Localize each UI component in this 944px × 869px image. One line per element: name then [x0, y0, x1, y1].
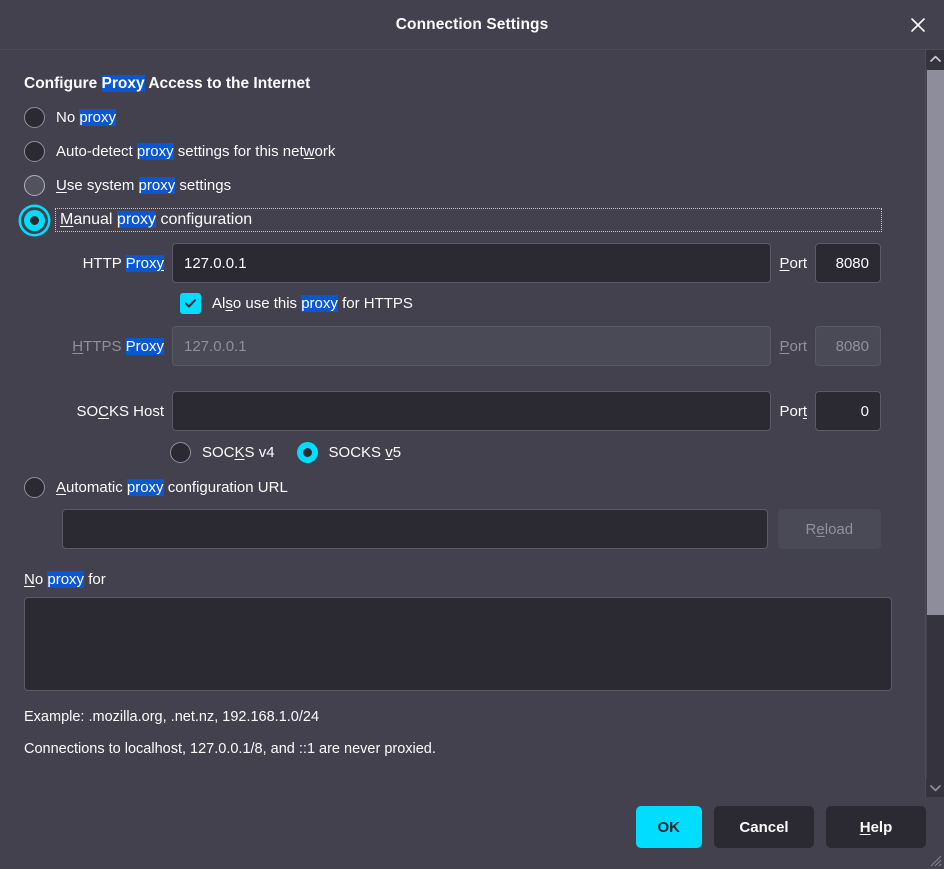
label-highlight: Proxy — [126, 255, 164, 272]
https-proxy-input — [172, 326, 771, 366]
no-proxy-example-text: Example: .mozilla.org, .net.nz, 192.168.… — [24, 709, 881, 725]
socks-host-input[interactable] — [172, 391, 771, 431]
https-proxy-label: HTTPS Proxy — [24, 338, 172, 355]
radio-indicator-socks-v5[interactable] — [297, 442, 318, 463]
manual-proxy-focus-outline: Manual proxy configuration — [56, 209, 881, 231]
http-proxy-row: HTTP Proxy Port — [24, 243, 881, 283]
page-title-post: Access to the Internet — [145, 75, 311, 92]
https-proxy-row: HTTPS Proxy Port — [24, 326, 881, 366]
cancel-button[interactable]: Cancel — [714, 806, 814, 848]
label-pre: Auto-detect — [56, 143, 137, 160]
label-pre: No — [24, 571, 47, 588]
label-highlight: proxy — [79, 109, 116, 126]
scroll-up-arrow-icon[interactable] — [926, 50, 944, 68]
no-proxy-note-text: Connections to localhost, 127.0.0.1/8, a… — [24, 741, 881, 757]
socks-port-label: Port — [771, 403, 815, 420]
label-pre: Use system — [56, 177, 139, 194]
reload-label: Reload — [806, 521, 854, 538]
pac-url-input[interactable] — [62, 509, 768, 549]
radio-socks-v5[interactable]: SOCKS v5 — [297, 442, 402, 463]
help-label: Help — [860, 819, 893, 836]
checkbox-icon-share-https[interactable] — [180, 293, 201, 314]
connection-settings-dialog: Connection Settings Configure Proxy Acce… — [0, 0, 944, 869]
label-post: settings for this network — [174, 143, 336, 160]
scrollbar-thumb[interactable] — [927, 70, 944, 615]
label-pre: HTTP — [83, 255, 126, 272]
label-post: settings — [175, 177, 231, 194]
help-button[interactable]: Help — [826, 806, 926, 848]
radio-label-system-proxy: Use system proxy settings — [56, 177, 231, 194]
page-title-highlight: Proxy — [102, 75, 145, 92]
radio-label-manual-proxy: Manual proxy configuration — [60, 211, 252, 228]
scroll-down-arrow-icon[interactable] — [926, 779, 944, 797]
close-icon[interactable] — [898, 5, 938, 45]
page-title-pre: Configure — [24, 75, 102, 92]
radio-label-socks-v5: SOCKS v5 — [329, 444, 402, 461]
radio-indicator-no-proxy[interactable] — [24, 107, 45, 128]
vertical-scrollbar[interactable] — [925, 50, 944, 797]
page-title: Configure Proxy Access to the Internet — [24, 74, 881, 93]
label-post: configuration URL — [164, 479, 288, 496]
http-port-label: Port — [771, 255, 815, 272]
dialog-titlebar: Connection Settings — [0, 0, 944, 50]
https-port-input — [815, 326, 881, 366]
label-pre: HTTPS — [72, 338, 125, 355]
label-highlight: Proxy — [126, 338, 164, 355]
dialog-footer: OK Cancel Help — [0, 797, 944, 869]
radio-socks-v4[interactable]: SOCKS v4 — [170, 442, 275, 463]
no-proxy-for-textarea[interactable] — [24, 597, 892, 691]
socks-port-input[interactable] — [815, 391, 881, 431]
radio-label-no-proxy: No proxy — [56, 109, 116, 126]
ok-button[interactable]: OK — [636, 806, 703, 848]
radio-indicator-pac-url[interactable] — [24, 477, 45, 498]
settings-content: Configure Proxy Access to the Internet N… — [0, 50, 905, 797]
radio-auto-detect[interactable]: Auto-detect proxy settings for this netw… — [24, 141, 881, 162]
label-highlight: proxy — [301, 295, 338, 312]
radio-indicator-system-proxy[interactable] — [24, 175, 45, 196]
radio-pac-url[interactable]: Automatic proxy configuration URL — [24, 477, 881, 498]
label-highlight: proxy — [117, 211, 156, 228]
label-highlight: proxy — [137, 143, 174, 160]
label-highlight: proxy — [47, 571, 84, 588]
radio-label-pac-url: Automatic proxy configuration URL — [56, 479, 288, 496]
label-pre: No — [56, 109, 79, 126]
label-pre: Automatic — [56, 479, 127, 496]
label-highlight: proxy — [139, 177, 176, 194]
http-proxy-input[interactable] — [172, 243, 771, 283]
radio-manual-proxy[interactable]: Manual proxy configuration — [24, 209, 881, 231]
socks-host-row: SOCKS Host Port — [24, 391, 881, 431]
share-https-label: Also use this proxy for HTTPS — [212, 295, 413, 312]
no-proxy-for-label: No proxy for — [24, 571, 881, 588]
label-post: for HTTPS — [338, 295, 413, 312]
label-pre: Manual — [60, 211, 117, 228]
socks-host-label: SOCKS Host — [24, 403, 172, 420]
radio-label-socks-v4: SOCKS v4 — [202, 444, 275, 461]
settings-scroll-region: Configure Proxy Access to the Internet N… — [0, 50, 944, 797]
radio-indicator-manual-proxy[interactable] — [24, 210, 45, 231]
radio-indicator-socks-v4[interactable] — [170, 442, 191, 463]
label-post: for — [84, 571, 106, 588]
label-highlight: proxy — [127, 479, 164, 496]
https-port-label: Port — [771, 338, 815, 355]
reload-button: Reload — [778, 509, 881, 549]
radio-label-auto-detect: Auto-detect proxy settings for this netw… — [56, 143, 335, 160]
radio-system-proxy[interactable]: Use system proxy settings — [24, 175, 881, 196]
label-post: configuration — [156, 211, 252, 228]
socks-version-row: SOCKS v4 SOCKS v5 — [170, 442, 881, 463]
pac-url-row: Reload — [24, 509, 881, 549]
radio-indicator-auto-detect[interactable] — [24, 141, 45, 162]
share-https-checkbox-row[interactable]: Also use this proxy for HTTPS — [180, 293, 881, 314]
resize-grip-icon[interactable] — [926, 851, 942, 867]
dialog-title: Connection Settings — [396, 16, 549, 34]
http-port-input[interactable] — [815, 243, 881, 283]
radio-no-proxy[interactable]: No proxy — [24, 107, 881, 128]
http-proxy-label: HTTP Proxy — [24, 255, 172, 272]
label-pre: Also use this — [212, 295, 301, 312]
